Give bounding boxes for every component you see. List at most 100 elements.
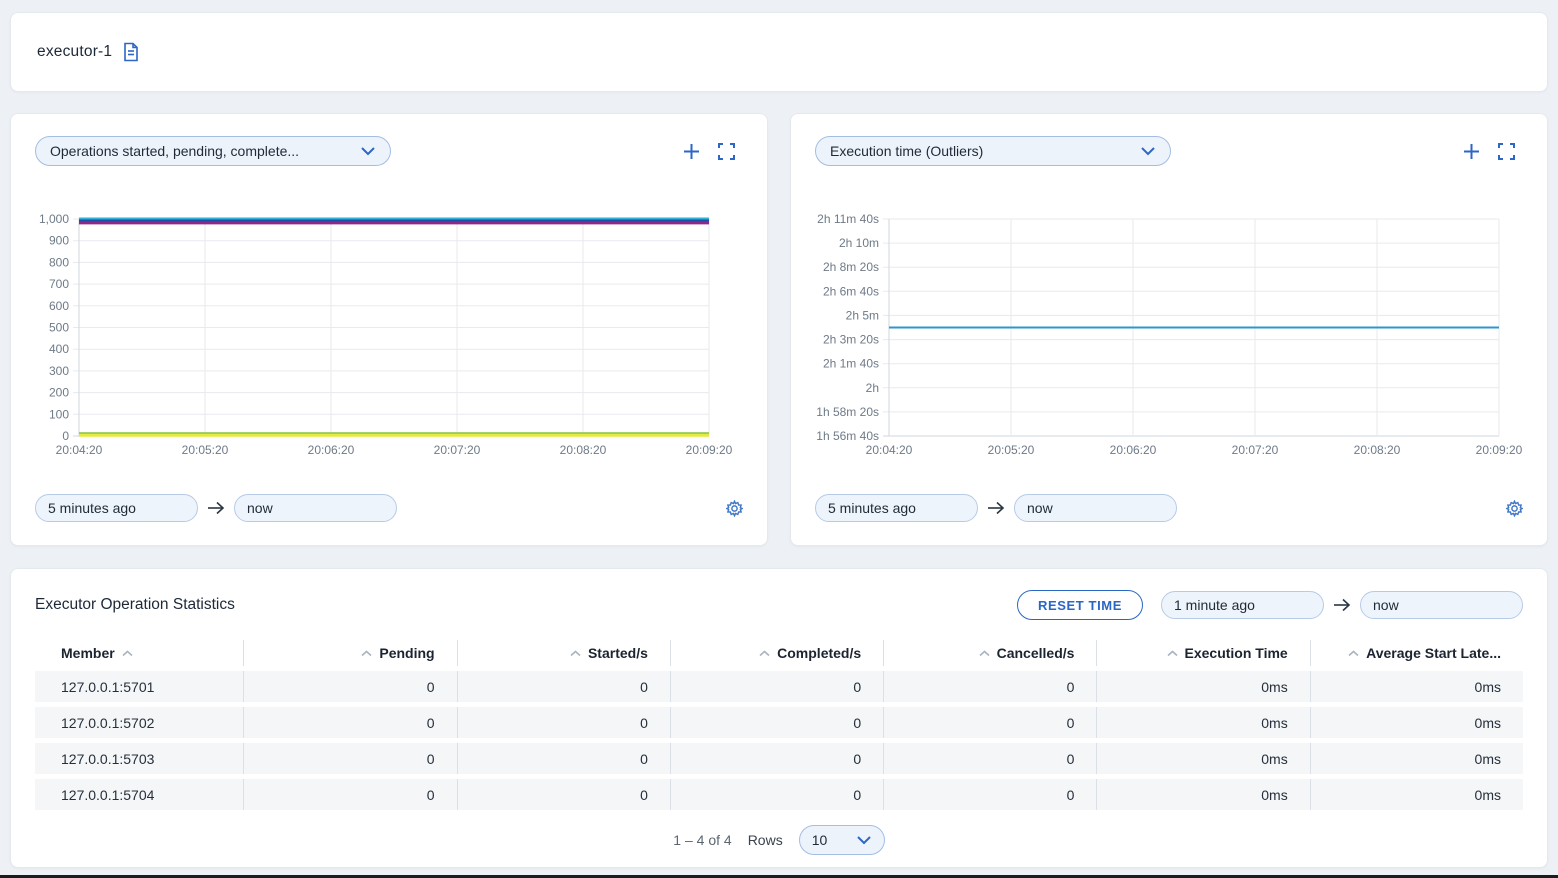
value-cell: 0 [883,779,1096,810]
svg-text:20:09:20: 20:09:20 [686,443,733,457]
rows-per-page-value: 10 [812,832,828,848]
value-cell: 0ms [1096,707,1309,738]
chevron-down-icon [1140,146,1156,156]
fullscreen-button[interactable] [1498,143,1515,160]
table-row[interactable]: 127.0.0.1:570300000ms0ms [35,743,1523,774]
title-card: executor-1 [10,12,1548,92]
svg-text:1h 58m 20s: 1h 58m 20s [816,405,879,419]
chevron-up-icon [361,650,372,657]
svg-text:300: 300 [49,364,69,378]
chart-settings-button[interactable] [1506,500,1523,517]
metric-selector[interactable]: Operations started, pending, complete... [35,136,391,166]
value-cell: 0 [883,707,1096,738]
stats-table-header-row: MemberPendingStarted/sCompleted/sCancell… [35,640,1523,666]
value-cell: 0 [457,779,670,810]
time-from-input[interactable] [35,494,198,522]
rows-label: Rows [748,832,783,848]
add-chart-button[interactable] [1463,143,1480,160]
value-cell: 0ms [1310,671,1523,702]
chevron-up-icon [759,650,770,657]
column-header-cancelled-s[interactable]: Cancelled/s [883,640,1096,666]
svg-text:500: 500 [49,321,69,335]
svg-text:2h 3m 20s: 2h 3m 20s [823,333,879,347]
svg-text:20:06:20: 20:06:20 [308,443,355,457]
value-cell: 0 [883,743,1096,774]
table-row[interactable]: 127.0.0.1:570200000ms0ms [35,707,1523,738]
table-row[interactable]: 127.0.0.1:570400000ms0ms [35,779,1523,810]
chart-settings-button[interactable] [726,500,743,517]
svg-text:2h 6m 40s: 2h 6m 40s [823,284,879,298]
svg-text:900: 900 [49,234,69,248]
time-from-input[interactable] [815,494,978,522]
column-header-started-s[interactable]: Started/s [457,640,670,666]
value-cell: 0 [670,743,883,774]
value-cell: 0 [457,707,670,738]
stats-time-to-input[interactable] [1360,591,1523,619]
svg-text:2h 5m: 2h 5m [846,308,879,322]
svg-text:2h 10m: 2h 10m [839,236,879,250]
value-cell: 0ms [1096,671,1309,702]
chart-operations[interactable]: 01002003004005006007008009001,00020:04:2… [35,204,743,462]
svg-text:20:05:20: 20:05:20 [988,443,1035,457]
svg-text:20:09:20: 20:09:20 [1476,443,1523,457]
column-header-average-start-late[interactable]: Average Start Late... [1310,640,1523,666]
chevron-up-icon [1348,650,1359,657]
svg-text:20:05:20: 20:05:20 [182,443,229,457]
arrow-right-icon [987,501,1005,515]
reset-time-button[interactable]: RESET TIME [1017,590,1143,620]
chart-execution-time[interactable]: 1h 56m 40s1h 58m 20s2h2h 1m 40s2h 3m 20s… [815,204,1523,462]
chevron-up-icon [1167,650,1178,657]
svg-text:400: 400 [49,342,69,356]
gear-icon [1506,500,1523,517]
value-cell: 0 [243,743,456,774]
page-title: executor-1 [37,43,112,61]
column-header-member[interactable]: Member [35,640,243,666]
value-cell: 0ms [1096,743,1309,774]
arrow-right-icon [1333,598,1351,612]
plus-icon [1463,143,1480,160]
chevron-down-icon [360,146,376,156]
value-cell: 0ms [1310,779,1523,810]
charts-row: Operations started, pending, complete...… [10,113,1548,546]
value-cell: 0 [670,707,883,738]
time-to-input[interactable] [1014,494,1177,522]
metric-selector-label: Operations started, pending, complete... [50,143,299,159]
svg-text:20:04:20: 20:04:20 [56,443,103,457]
metric-selector[interactable]: Execution time (Outliers) [815,136,1171,166]
fullscreen-button[interactable] [718,143,735,160]
value-cell: 0 [243,779,456,810]
svg-text:2h 11m 40s: 2h 11m 40s [817,212,879,226]
svg-text:100: 100 [49,407,69,421]
time-to-input[interactable] [234,494,397,522]
svg-text:20:07:20: 20:07:20 [1232,443,1279,457]
svg-text:2h 1m 40s: 2h 1m 40s [823,357,879,371]
add-chart-button[interactable] [683,143,700,160]
svg-text:800: 800 [49,255,69,269]
rows-per-page-select[interactable]: 10 [799,825,885,855]
chevron-up-icon [979,650,990,657]
column-header-completed-s[interactable]: Completed/s [670,640,883,666]
member-cell: 127.0.0.1:5703 [35,743,243,774]
svg-text:1,000: 1,000 [39,212,69,226]
svg-text:20:06:20: 20:06:20 [1110,443,1157,457]
value-cell: 0ms [1310,707,1523,738]
stats-panel: Executor Operation Statistics RESET TIME… [10,568,1548,868]
value-cell: 0 [670,779,883,810]
stats-time-from-input[interactable] [1161,591,1324,619]
svg-text:20:04:20: 20:04:20 [866,443,913,457]
member-cell: 127.0.0.1:5701 [35,671,243,702]
document-icon[interactable] [122,42,140,62]
value-cell: 0ms [1096,779,1309,810]
value-cell: 0 [457,743,670,774]
chevron-down-icon [856,835,872,845]
chart-panel-execution-time: Execution time (Outliers) 1h 56m 40s1h 5… [790,113,1548,546]
table-row[interactable]: 127.0.0.1:570100000ms0ms [35,671,1523,702]
value-cell: 0 [243,707,456,738]
column-header-execution-time[interactable]: Execution Time [1096,640,1309,666]
gear-icon [726,500,743,517]
svg-text:0: 0 [62,429,69,443]
column-header-pending[interactable]: Pending [243,640,456,666]
svg-text:20:08:20: 20:08:20 [560,443,607,457]
value-cell: 0 [457,671,670,702]
chevron-up-icon [570,650,581,657]
